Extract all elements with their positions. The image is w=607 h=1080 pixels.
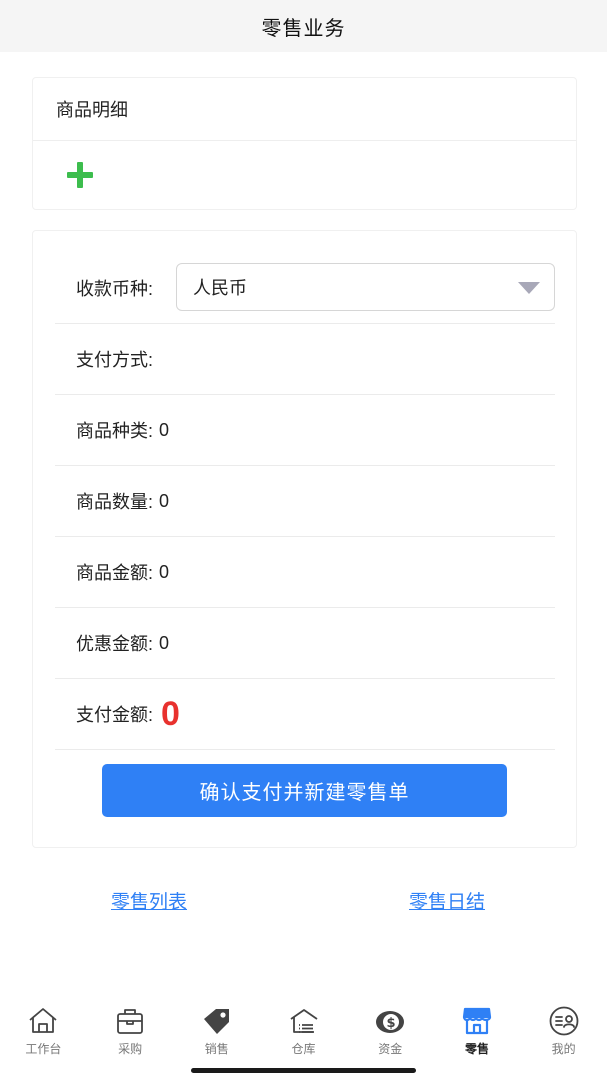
payment-method-label: 支付方式: xyxy=(76,350,154,370)
add-product-row xyxy=(33,141,576,209)
product-kinds-row: 商品种类: 0 xyxy=(55,395,555,466)
tab-funds[interactable]: $ 资金 xyxy=(347,1000,434,1062)
discount-value: 0 xyxy=(159,632,170,653)
product-kinds-value: 0 xyxy=(159,419,170,440)
currency-select-value: 人民币 xyxy=(193,278,247,298)
page-title: 零售业务 xyxy=(261,17,346,40)
pay-amount-value: 0 xyxy=(161,695,180,733)
product-amount-label: 商品金额: xyxy=(76,563,154,583)
retail-list-link[interactable]: 零售列表 xyxy=(111,887,187,914)
tab-purchase[interactable]: 采购 xyxy=(87,1000,174,1062)
product-qty-value: 0 xyxy=(159,490,170,511)
tab-label-mine: 我的 xyxy=(551,1042,576,1056)
money-icon: $ xyxy=(376,1011,405,1033)
svg-text:$: $ xyxy=(387,1016,396,1031)
bag-icon xyxy=(117,1009,143,1034)
retail-page: 零售业务 商品明细 收款币种: 人民币 支付方式: 商品种类: 0 商品数量: … xyxy=(0,0,607,1080)
pay-amount-label: 支付金额: xyxy=(76,705,154,725)
payment-card: 收款币种: 人民币 支付方式: 商品种类: 0 商品数量: 0 商品金额: 0 … xyxy=(32,230,577,848)
product-detail-card: 商品明细 xyxy=(32,77,577,210)
pay-amount-row: 支付金额: 0 xyxy=(55,679,555,750)
tab-label-warehouse: 仓库 xyxy=(291,1042,316,1056)
bottom-tab-bar: 工作台 采购 销售 仓库 $ 资金 零售 我的 xyxy=(0,1000,607,1062)
profile-icon xyxy=(549,1006,579,1036)
product-amount-value: 0 xyxy=(159,561,170,582)
tab-retail[interactable]: 零售 xyxy=(434,1000,521,1062)
warehouse-icon xyxy=(290,1009,318,1033)
currency-label: 收款币种: xyxy=(76,279,154,299)
product-kinds-label: 商品种类: xyxy=(76,421,154,441)
product-qty-label: 商品数量: xyxy=(76,492,154,512)
home-indicator xyxy=(191,1068,416,1073)
tab-label-funds: 资金 xyxy=(378,1042,403,1056)
discount-label: 优惠金额: xyxy=(76,634,154,654)
tab-label-sales: 销售 xyxy=(204,1042,229,1056)
home-icon xyxy=(29,1008,57,1033)
retail-daily-link[interactable]: 零售日结 xyxy=(409,887,485,914)
add-product-plus-icon[interactable] xyxy=(67,162,93,188)
product-detail-title: 商品明细 xyxy=(33,78,576,141)
tab-label-purchase: 采购 xyxy=(118,1042,143,1056)
payment-method-row[interactable]: 支付方式: xyxy=(55,324,555,395)
store-icon xyxy=(462,1007,492,1035)
tab-workbench[interactable]: 工作台 xyxy=(0,1000,87,1062)
product-amount-row: 商品金额: 0 xyxy=(55,537,555,608)
chevron-down-icon xyxy=(518,282,540,294)
confirm-pay-button[interactable]: 确认支付并新建零售单 xyxy=(102,764,507,817)
top-header: 零售业务 xyxy=(0,0,607,52)
tab-label-workbench: 工作台 xyxy=(25,1042,62,1056)
tab-label-retail: 零售 xyxy=(464,1042,489,1056)
tag-icon xyxy=(203,1009,229,1034)
currency-select[interactable]: 人民币 xyxy=(176,263,555,311)
product-qty-row: 商品数量: 0 xyxy=(55,466,555,537)
tab-sales[interactable]: 销售 xyxy=(173,1000,260,1062)
tab-warehouse[interactable]: 仓库 xyxy=(260,1000,347,1062)
tab-mine[interactable]: 我的 xyxy=(520,1000,607,1062)
discount-row: 优惠金额: 0 xyxy=(55,608,555,679)
